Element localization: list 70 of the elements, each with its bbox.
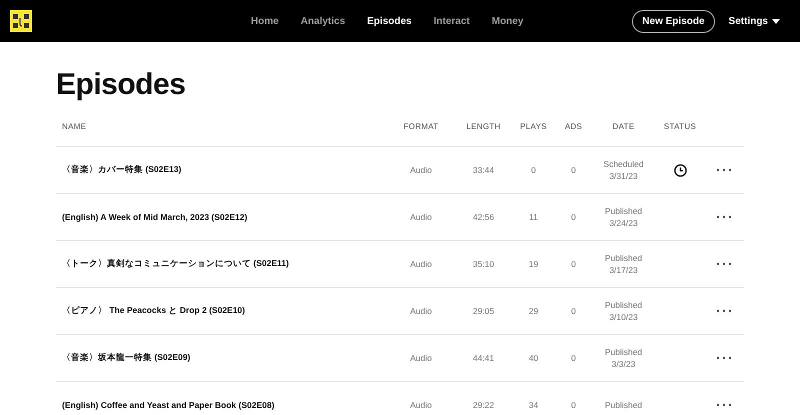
episode-date: 3/24/23 <box>609 218 638 228</box>
more-icon <box>716 309 732 313</box>
column-header: STATUS <box>662 122 698 131</box>
table-cell-text: Audio <box>409 400 433 410</box>
table-cell-text: 0 <box>530 165 537 175</box>
more-options-button[interactable] <box>714 213 734 221</box>
publish-status: Published <box>604 400 642 410</box>
table-cell-text: 0 <box>570 259 577 269</box>
settings-menu[interactable]: Settings <box>728 16 780 26</box>
table-cell-text: 34 <box>528 400 540 410</box>
episode-title[interactable]: (English) A Week of Mid March, 2023 (S02E12) <box>56 212 386 222</box>
episode-date: 3/31/23 <box>609 171 638 181</box>
table-cell-text: 40 <box>528 353 540 363</box>
caret-icon <box>772 18 780 24</box>
table-cell-text: 0 <box>570 400 577 410</box>
more-icon <box>716 403 732 407</box>
logo-icon[interactable] <box>10 10 32 32</box>
table-cell-text: Audio <box>409 353 433 363</box>
more-icon <box>716 168 732 172</box>
table-cell-text: 29:22 <box>472 400 496 410</box>
nav-tab[interactable]: Interact <box>434 16 470 26</box>
table-cell-text: 0 <box>570 165 577 175</box>
table-cell-text: 11 <box>528 212 539 222</box>
nav-tab[interactable]: Analytics <box>300 16 346 26</box>
publish-status: Scheduled <box>603 159 644 169</box>
publish-status: Published <box>604 206 642 216</box>
new-episode-button[interactable]: New Episode <box>632 10 715 32</box>
more-options-button[interactable] <box>714 307 734 315</box>
table-cell-text: 0 <box>570 212 577 222</box>
table-cell-text: Audio <box>409 259 433 269</box>
column-header: PLAYS <box>519 122 548 131</box>
table-cell-text: Audio <box>409 212 433 222</box>
episode-title[interactable]: 〈音楽〉坂本龍一特集 (S02E09) <box>56 352 386 364</box>
episode-date: 3/17/23 <box>609 265 638 275</box>
table-cell-text: 29:05 <box>472 306 496 316</box>
more-options-button[interactable] <box>714 401 734 409</box>
table-cell-text: 42:56 <box>472 212 496 222</box>
column-header: ADS <box>564 122 584 131</box>
column-header: LENGTH <box>465 122 502 131</box>
table-cell-text: 44:41 <box>472 353 496 363</box>
more-options-button[interactable] <box>714 166 734 174</box>
table-cell-text: 29 <box>528 306 540 316</box>
page-title: Episodes <box>56 68 186 102</box>
episode-date: 3/10/23 <box>609 312 638 322</box>
publish-status: Published <box>604 300 642 310</box>
table-cell-text: Audio <box>409 306 433 316</box>
table-cell-text: 35:10 <box>472 259 496 269</box>
table-cell-text: 0 <box>570 353 577 363</box>
nav-tab[interactable]: Home <box>250 16 279 26</box>
table-cell-text: 33:44 <box>472 165 496 175</box>
episode-date: 3/3/23 <box>612 359 636 369</box>
episode-title[interactable]: (English) Coffee and Yeast and Paper Book (S02E08) <box>56 400 386 410</box>
more-icon <box>716 215 732 219</box>
nav-tab[interactable]: Money <box>492 16 524 26</box>
column-header: DATE <box>612 122 636 131</box>
column-header: NAME <box>61 122 88 131</box>
publish-status: Published <box>604 253 642 263</box>
more-icon <box>716 356 732 360</box>
more-options-button[interactable] <box>714 260 734 268</box>
episode-title[interactable]: 〈ピアノ〉 The Peacocks と Drop 2 (S02E10) <box>56 305 386 317</box>
publish-status: Published <box>604 347 642 357</box>
nav-tab[interactable]: Episodes <box>367 16 412 26</box>
more-options-button[interactable] <box>714 354 734 362</box>
column-header: FORMAT <box>402 122 440 131</box>
table-cell-text: 19 <box>528 259 540 269</box>
more-icon <box>716 262 732 266</box>
table-cell-text: 0 <box>570 306 577 316</box>
table-cell-text: Audio <box>409 165 433 175</box>
episode-title[interactable]: 〈音楽〉カバー特集 (S02E13) <box>56 164 386 176</box>
episode-title[interactable]: 〈トーク〉真剣なコミュニケーションについて (S02E11) <box>56 258 386 270</box>
